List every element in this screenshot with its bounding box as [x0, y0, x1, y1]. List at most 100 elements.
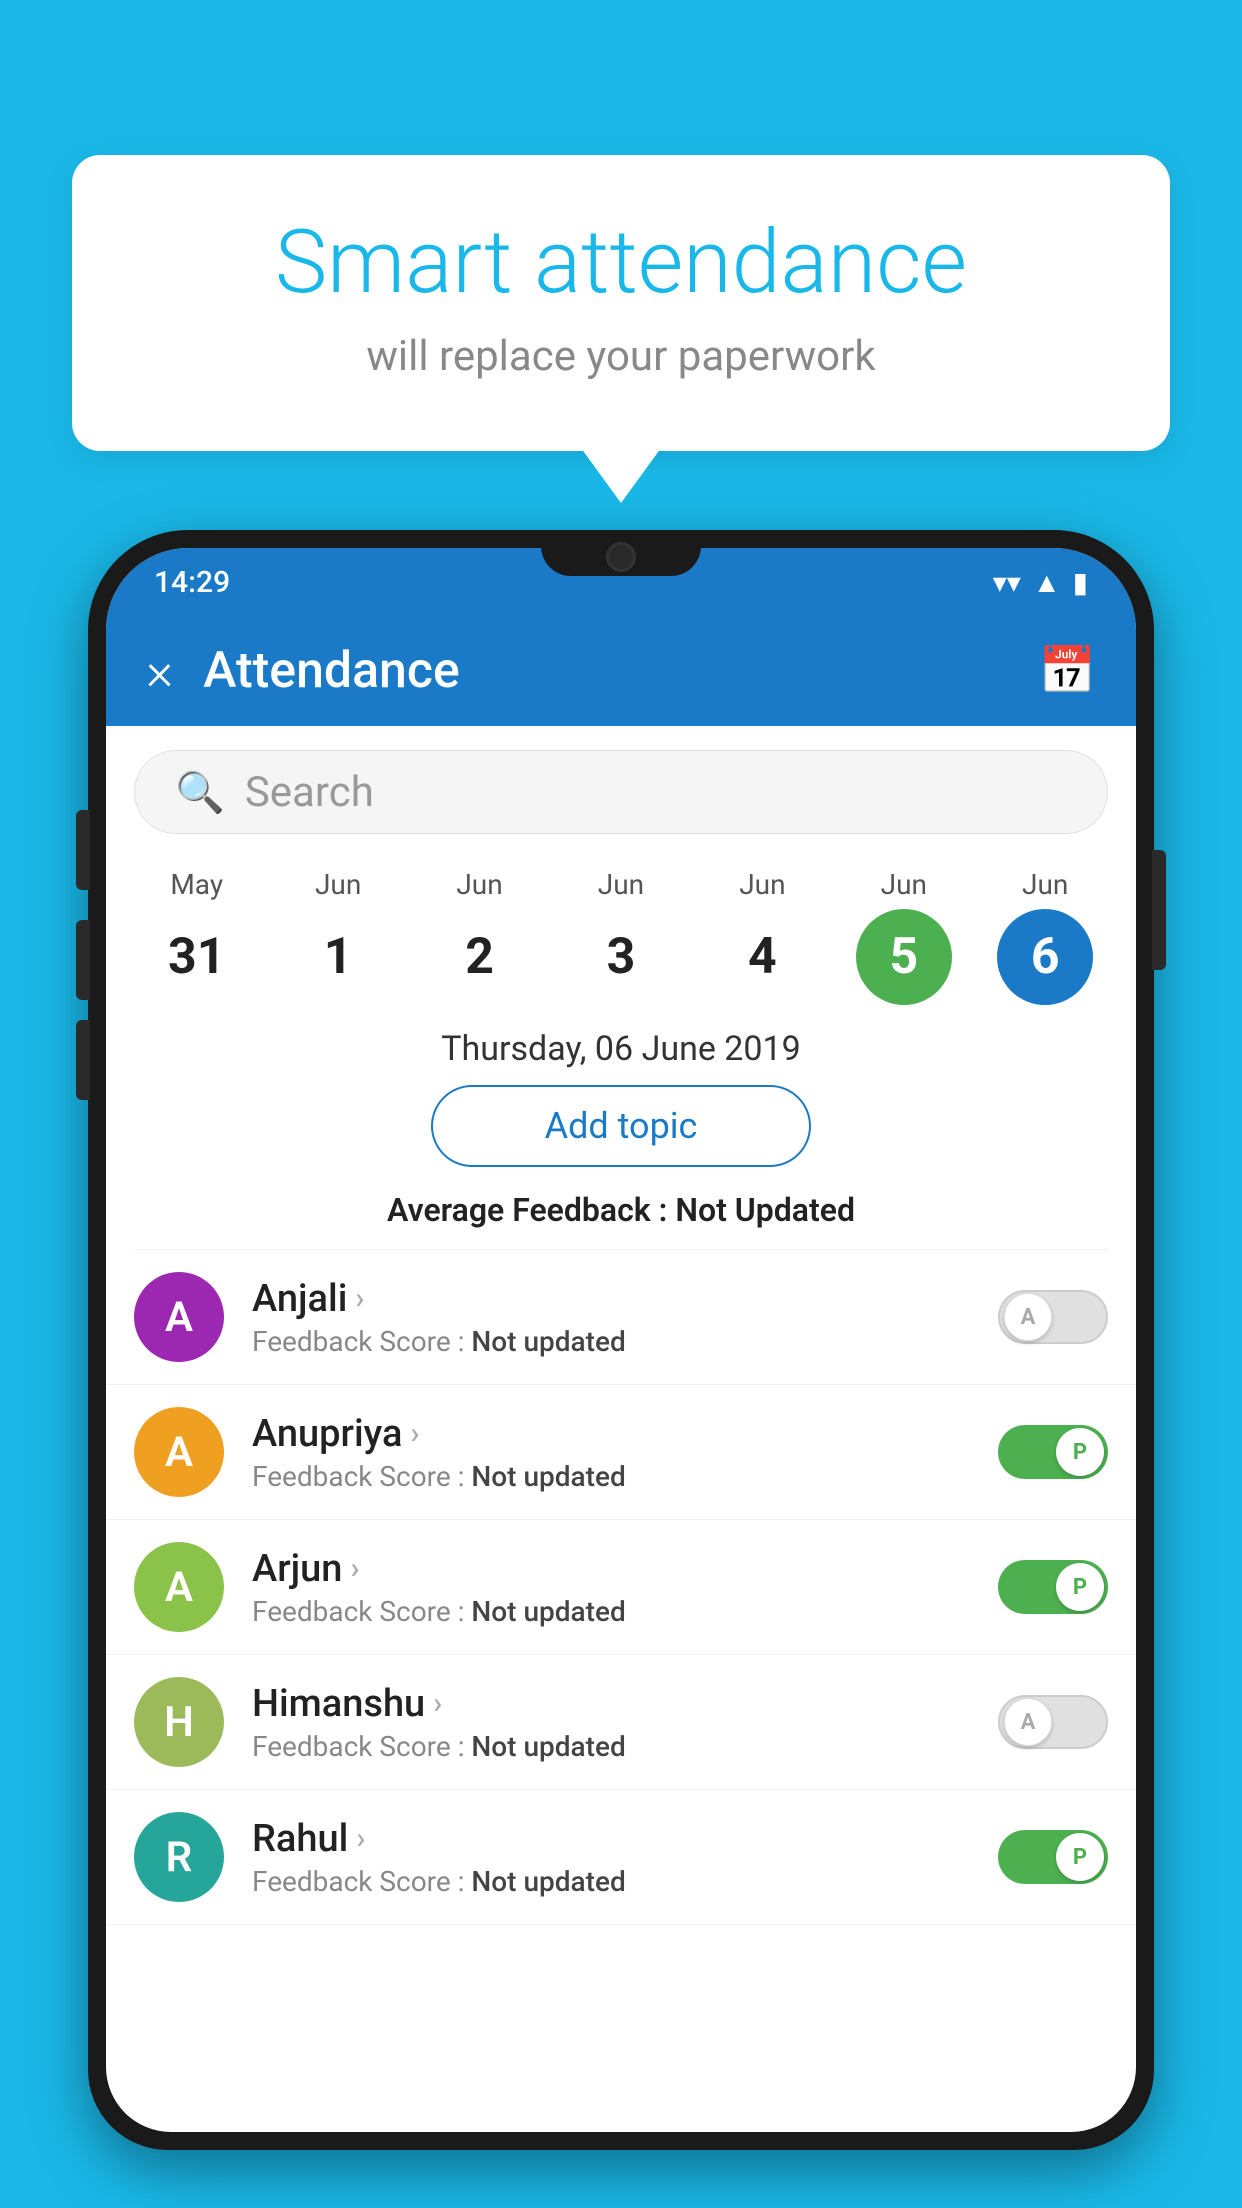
feedback-value: Not updated	[471, 1865, 625, 1898]
phone-screen: 14:29 ▾▾ ▲ ▮ × Attendance 📅 🔍 Search M	[106, 548, 1136, 2132]
student-name: Anjali ›	[252, 1277, 970, 1321]
volume-up-button	[76, 810, 90, 890]
toggle-switch[interactable]: P	[998, 1425, 1108, 1479]
chevron-icon: ›	[355, 1281, 364, 1316]
student-row[interactable]: A Arjun › Feedback Score : Not updated P	[106, 1520, 1136, 1655]
cal-month-label: Jun	[881, 868, 927, 901]
feedback-score: Feedback Score : Not updated	[252, 1325, 970, 1358]
toggle-knob: A	[1004, 1698, 1052, 1746]
attendance-toggle[interactable]: A	[998, 1695, 1108, 1749]
feedback-score: Feedback Score : Not updated	[252, 1460, 970, 1493]
feedback-value: Not updated	[471, 1730, 625, 1763]
toggle-knob: P	[1056, 1428, 1104, 1476]
avg-feedback-value: Not Updated	[675, 1191, 855, 1229]
feedback-score: Feedback Score : Not updated	[252, 1865, 970, 1898]
cal-date-number: 6	[997, 909, 1093, 1005]
calendar-row: May31Jun1Jun2Jun3Jun4Jun5Jun6	[106, 858, 1136, 1005]
chevron-icon: ›	[356, 1821, 365, 1856]
avatar: R	[134, 1812, 224, 1902]
cal-month-label: Jun	[1022, 868, 1068, 901]
front-camera	[606, 542, 636, 572]
power-button	[1152, 850, 1166, 970]
cal-date-number: 1	[290, 909, 386, 1005]
phone-outer: 14:29 ▾▾ ▲ ▮ × Attendance 📅 🔍 Search M	[88, 530, 1154, 2150]
attendance-toggle[interactable]: P	[998, 1425, 1108, 1479]
search-icon: 🔍	[175, 769, 225, 816]
average-feedback: Average Feedback : Not Updated	[106, 1191, 1136, 1229]
cal-month-label: Jun	[739, 868, 785, 901]
calendar-day[interactable]: Jun 2	[410, 868, 550, 1005]
cal-month-label: Jun	[315, 868, 361, 901]
student-name: Arjun ›	[252, 1547, 970, 1591]
student-name: Himanshu ›	[252, 1682, 970, 1726]
chevron-icon: ›	[410, 1416, 419, 1451]
avatar: A	[134, 1542, 224, 1632]
attendance-toggle[interactable]: A	[998, 1290, 1108, 1344]
student-row[interactable]: H Himanshu › Feedback Score : Not updated A	[106, 1655, 1136, 1790]
student-name: Rahul ›	[252, 1817, 970, 1861]
phone-notch	[541, 530, 701, 576]
avg-feedback-label: Average Feedback :	[387, 1191, 675, 1229]
toggle-switch[interactable]: A	[998, 1290, 1108, 1344]
app-bar: × Attendance 📅	[106, 616, 1136, 726]
cal-date-number: 31	[149, 909, 245, 1005]
calendar-day[interactable]: May 31	[127, 868, 267, 1005]
signal-icon: ▲	[1033, 566, 1061, 599]
toggle-switch[interactable]: P	[998, 1560, 1108, 1614]
calendar-day[interactable]: Jun 1	[268, 868, 408, 1005]
toggle-knob: P	[1056, 1563, 1104, 1611]
toggle-knob: A	[1004, 1293, 1052, 1341]
search-input-placeholder[interactable]: Search	[245, 768, 374, 817]
calendar-day[interactable]: Jun4	[692, 868, 832, 1005]
calendar-icon[interactable]: 📅	[1039, 644, 1096, 698]
add-topic-button[interactable]: Add topic	[431, 1085, 811, 1167]
attendance-toggle[interactable]: P	[998, 1830, 1108, 1884]
student-info: Rahul › Feedback Score : Not updated	[252, 1817, 970, 1898]
chevron-icon: ›	[433, 1686, 442, 1721]
cal-month-label: Jun	[456, 868, 502, 901]
student-row[interactable]: A Anjali › Feedback Score : Not updated A	[106, 1250, 1136, 1385]
feedback-score: Feedback Score : Not updated	[252, 1595, 970, 1628]
cal-date-number: 2	[432, 909, 528, 1005]
toggle-switch[interactable]: A	[998, 1695, 1108, 1749]
avatar: A	[134, 1407, 224, 1497]
status-icons: ▾▾ ▲ ▮	[993, 566, 1088, 599]
feedback-score: Feedback Score : Not updated	[252, 1730, 970, 1763]
cal-month-label: Jun	[598, 868, 644, 901]
volume-down-button	[76, 920, 90, 1000]
wifi-icon: ▾▾	[993, 566, 1021, 599]
cal-month-label: May	[170, 868, 223, 901]
bubble-subtitle: will replace your paperwork	[152, 332, 1090, 381]
student-info: Anupriya ›Feedback Score : Not updated	[252, 1412, 970, 1493]
student-info: Arjun › Feedback Score : Not updated	[252, 1547, 970, 1628]
calendar-day[interactable]: Jun 5	[834, 868, 974, 1005]
status-time: 14:29	[154, 565, 230, 600]
calendar-day[interactable]: Jun 6	[975, 868, 1115, 1005]
student-info: Himanshu › Feedback Score : Not updated	[252, 1682, 970, 1763]
speech-bubble: Smart attendance will replace your paper…	[72, 155, 1170, 451]
student-row[interactable]: AAnupriya ›Feedback Score : Not updatedP	[106, 1385, 1136, 1520]
silent-button	[76, 1020, 90, 1100]
avatar: H	[134, 1677, 224, 1767]
feedback-value: Not updated	[471, 1325, 625, 1358]
phone-frame: 14:29 ▾▾ ▲ ▮ × Attendance 📅 🔍 Search M	[88, 530, 1154, 2208]
calendar-day[interactable]: Jun 3	[551, 868, 691, 1005]
feedback-value: Not updated	[471, 1595, 625, 1628]
cal-date-number: 3	[573, 909, 669, 1005]
student-row[interactable]: R Rahul › Feedback Score : Not updated P	[106, 1790, 1136, 1925]
attendance-toggle[interactable]: P	[998, 1560, 1108, 1614]
search-bar[interactable]: 🔍 Search	[134, 750, 1108, 834]
app-bar-title: Attendance	[203, 642, 1008, 700]
bubble-title: Smart attendance	[152, 215, 1090, 312]
speech-bubble-container: Smart attendance will replace your paper…	[72, 155, 1170, 451]
feedback-value: Not updated	[471, 1460, 625, 1493]
toggle-switch[interactable]: P	[998, 1830, 1108, 1884]
student-info: Anjali › Feedback Score : Not updated	[252, 1277, 970, 1358]
student-list: AAnjali ›Feedback Score : Not updatedAAA…	[106, 1250, 1136, 1925]
chevron-icon: ›	[350, 1551, 359, 1586]
avatar: A	[134, 1272, 224, 1362]
toggle-knob: P	[1056, 1833, 1104, 1881]
battery-icon: ▮	[1073, 566, 1088, 599]
close-button[interactable]: ×	[146, 641, 173, 702]
cal-date-number: 5	[856, 909, 952, 1005]
